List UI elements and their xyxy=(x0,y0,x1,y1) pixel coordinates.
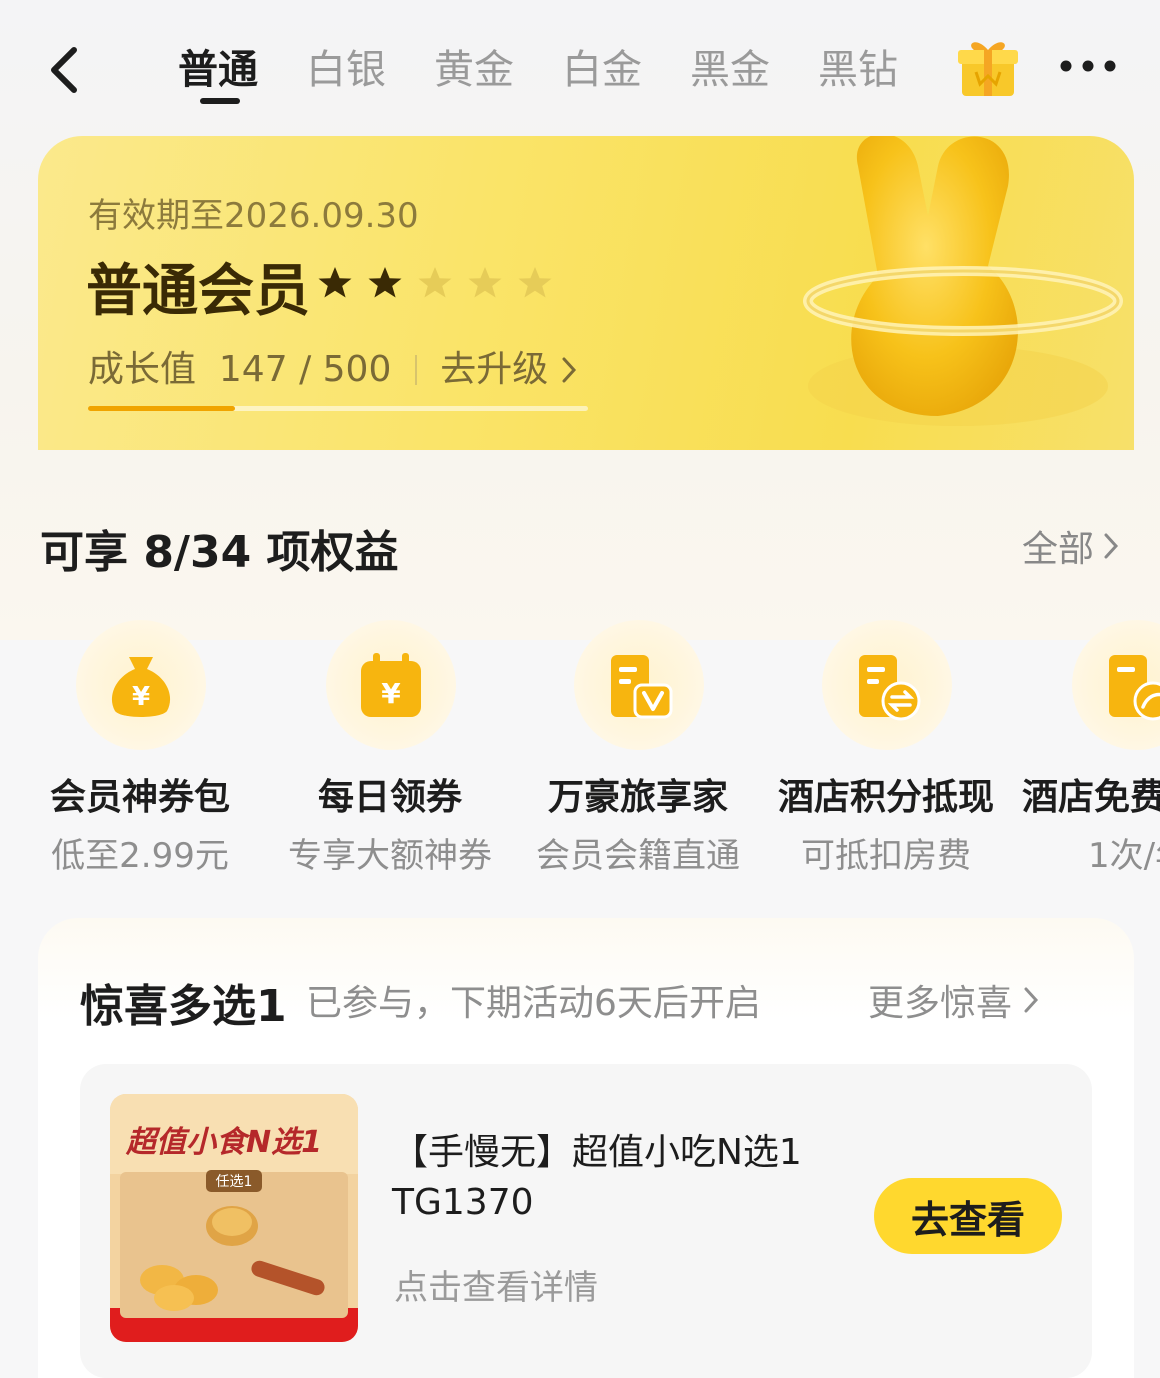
gift-button[interactable] xyxy=(956,36,1020,98)
member-card: 有效期至2026.09.30 普通会员 成长值 147 / 500 去升级 xyxy=(38,136,1134,450)
calendar-coupon-icon: ¥ xyxy=(361,653,421,717)
tab-baijin[interactable]: 白金 xyxy=(562,40,642,100)
benefits-title: 可享 8/34 项权益 xyxy=(40,527,399,578)
promo-badge: 任选1 xyxy=(216,1174,253,1190)
benefit-desc: 会员会籍直通 xyxy=(536,836,740,876)
surprise-title: 惊喜多选1 xyxy=(80,981,287,1032)
tab-active-indicator xyxy=(200,98,240,104)
benefit-icon-bg xyxy=(822,620,952,750)
offer-name-line1: 【手慢无】超值小吃N选1 xyxy=(392,1132,802,1173)
benefit-item-coupon-pack[interactable]: ¥ 会员神券包 低至2.99元 xyxy=(20,620,260,880)
more-dots-icon xyxy=(1060,60,1116,72)
more-button[interactable] xyxy=(1056,48,1120,84)
benefit-name: 酒店积分抵现 xyxy=(777,777,994,818)
offer-image[interactable]: 超值小食N选1 任选1 xyxy=(110,1094,358,1342)
benefit-item-marriott[interactable]: 万豪旅享家 会员会籍直通 xyxy=(518,620,758,880)
benefit-icon-bg xyxy=(574,620,704,750)
snack-promo-image: 超值小食N选1 任选1 xyxy=(110,1094,358,1342)
svg-text:¥: ¥ xyxy=(132,682,150,712)
upgrade-link[interactable]: 去升级 xyxy=(440,349,577,390)
validity-text: 有效期至2026.09.30 xyxy=(88,196,419,236)
hotel-checkout-icon xyxy=(1109,655,1160,721)
chevron-left-icon xyxy=(51,47,77,93)
growth-progress-fill xyxy=(88,406,235,411)
promo-title: 超值小食N选1 xyxy=(125,1125,322,1160)
offer-name-line2: TG1370 xyxy=(392,1182,534,1223)
top-nav: 普通 白银 黄金 白金 黑金 黑钻 xyxy=(0,0,1160,130)
benefit-item-hotel-free[interactable]: 酒店免费 1次/年 xyxy=(1016,620,1160,880)
benefit-icon-bg: ¥ xyxy=(326,620,456,750)
upgrade-label: 去升级 xyxy=(440,349,549,390)
benefit-name: 每日领券 xyxy=(317,777,462,818)
svg-text:¥: ¥ xyxy=(381,677,401,710)
surprise-status: 已参与，下期活动6天后开启 xyxy=(306,983,761,1024)
points-exchange-icon xyxy=(859,655,921,721)
benefit-name: 酒店免费 xyxy=(1022,777,1160,818)
surprise-section: 惊喜多选1 已参与，下期活动6天后开启 更多惊喜 超值小食N选1 任选1 【手慢… xyxy=(38,918,1134,1378)
benefit-icon-bg: ¥ xyxy=(76,620,206,750)
tab-putong[interactable]: 普通 xyxy=(178,40,258,100)
benefit-icon-bg xyxy=(1072,620,1160,750)
benefit-desc: 1次/年 xyxy=(1088,836,1160,876)
offer-detail-link[interactable]: 点击查看详情 xyxy=(394,1260,598,1309)
tab-heijin[interactable]: 黑金 xyxy=(690,40,770,100)
star-filled-icon xyxy=(368,267,402,298)
tab-baiyin[interactable]: 白银 xyxy=(306,40,386,100)
money-bag-icon: ¥ xyxy=(111,657,171,717)
rabbit-mascot-icon xyxy=(803,136,1123,426)
all-label: 全部 xyxy=(1022,529,1095,570)
benefit-desc: 低至2.99元 xyxy=(51,836,229,876)
chevron-right-icon xyxy=(562,357,576,383)
growth-progress-bar xyxy=(88,406,588,411)
member-level-title: 普通会员 xyxy=(86,259,310,324)
benefits-all-link[interactable]: 全部 xyxy=(1022,520,1122,572)
star-empty-icon xyxy=(418,267,452,298)
star-empty-icon xyxy=(518,267,552,298)
benefit-item-daily-coupon[interactable]: ¥ 每日领券 专享大额神券 xyxy=(270,620,510,880)
offer-name: 【手慢无】超值小吃N选1 TG1370 xyxy=(392,1128,872,1228)
benefit-desc: 专享大额神券 xyxy=(288,836,492,876)
level-stars xyxy=(316,264,566,304)
growth-divider xyxy=(414,355,417,385)
chevron-right-icon xyxy=(1024,987,1039,1013)
growth-row: 成长值 147 / 500 去升级 xyxy=(88,340,578,392)
star-empty-icon xyxy=(468,267,502,298)
gift-icon xyxy=(958,42,1018,96)
tab-huangjin[interactable]: 黄金 xyxy=(434,40,514,100)
benefit-name: 万豪旅享家 xyxy=(547,777,728,818)
hotel-vip-icon xyxy=(611,655,673,719)
growth-value: 147 / 500 xyxy=(218,349,392,390)
benefit-name: 会员神券包 xyxy=(49,777,230,818)
growth-label: 成长值 xyxy=(88,349,197,390)
chevron-right-icon xyxy=(1104,533,1119,559)
more-surprise-label: 更多惊喜 xyxy=(868,983,1013,1024)
back-button[interactable] xyxy=(40,42,90,98)
view-offer-button[interactable]: 去查看 xyxy=(874,1178,1062,1254)
more-surprise-link[interactable]: 更多惊喜 xyxy=(868,974,1042,1026)
tab-heizuan[interactable]: 黑钻 xyxy=(818,40,898,100)
offer-card[interactable]: 超值小食N选1 任选1 【手慢无】超值小吃N选1 TG1370 点击查看详情 去… xyxy=(80,1064,1092,1378)
benefit-desc: 可抵扣房费 xyxy=(801,836,971,876)
star-filled-icon xyxy=(318,267,352,298)
benefit-item-hotel-points[interactable]: 酒店积分抵现 可抵扣房费 xyxy=(766,620,1006,880)
